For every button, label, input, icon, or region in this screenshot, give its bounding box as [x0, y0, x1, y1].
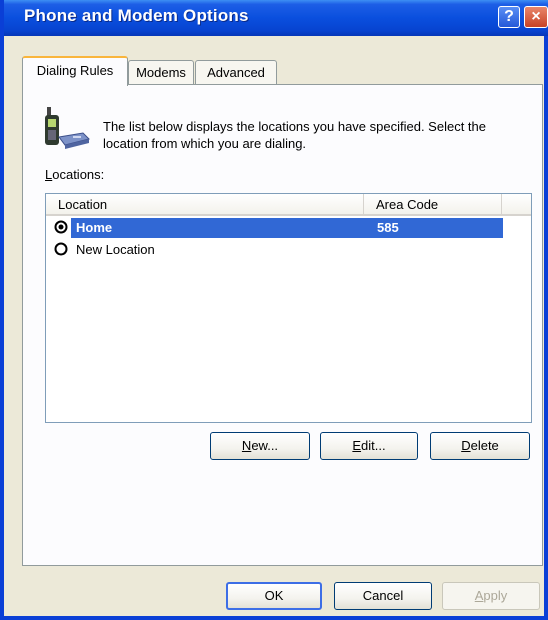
list-item[interactable]: New Location [46, 239, 531, 259]
title-bar[interactable]: Phone and Modem Options ? × [4, 0, 548, 36]
close-icon: × [531, 8, 541, 25]
tab-panel: The list below displays the locations yo… [22, 84, 543, 566]
cancel-button[interactable]: Cancel [334, 582, 432, 610]
button-label: dit... [361, 438, 386, 453]
button-mnemonic: N [241, 438, 252, 453]
edit-button[interactable]: Edit... [320, 432, 418, 460]
tab-label: Modems [136, 65, 186, 80]
delete-button[interactable]: Delete [430, 432, 530, 460]
tab-dialing-rules[interactable]: Dialing Rules [22, 56, 128, 86]
column-header-area-code[interactable]: Area Code [364, 194, 502, 216]
radio-unchecked-icon[interactable] [54, 242, 68, 256]
button-mnemonic: E [352, 438, 362, 453]
tab-label: Advanced [207, 65, 265, 80]
ok-button[interactable]: OK [226, 582, 322, 610]
button-label: ew... [251, 438, 279, 453]
tab-advanced[interactable]: Advanced [195, 60, 277, 84]
list-item[interactable]: Home 585 [46, 217, 531, 238]
selection-highlight [71, 218, 503, 238]
locations-label: Locations: [45, 167, 104, 182]
tab-modems[interactable]: Modems [128, 60, 194, 84]
dialog-window: Phone and Modem Options ? × Dialing Rule… [0, 0, 548, 620]
tab-label: Dialing Rules [36, 63, 114, 78]
radio-checked-icon[interactable] [54, 220, 68, 234]
button-mnemonic: D [461, 438, 471, 453]
column-header-label: Location [58, 197, 108, 212]
new-button[interactable]: New... [210, 432, 310, 460]
button-label: OK [264, 588, 284, 603]
help-icon: ? [504, 8, 514, 25]
location-name: Home [76, 220, 113, 235]
phone-modem-icon [45, 107, 90, 149]
button-label: elete [470, 438, 499, 453]
list-header: Location Area Code [46, 194, 531, 216]
location-name: New Location [76, 242, 155, 257]
window-title: Phone and Modem Options [24, 6, 249, 25]
locations-list[interactable]: Location Area Code Home 585 New Location [45, 193, 532, 423]
column-header-filler [502, 194, 531, 216]
button-label: Cancel [362, 588, 404, 603]
locations-label-text: ocations: [52, 167, 105, 182]
help-button[interactable]: ? [498, 6, 520, 28]
column-header-label: Area Code [376, 197, 439, 212]
close-button[interactable]: × [524, 6, 548, 28]
button-label: pply [483, 588, 508, 603]
apply-button[interactable]: Apply [442, 582, 540, 610]
description-text: The list below displays the locations yo… [103, 119, 486, 151]
column-header-location[interactable]: Location [46, 194, 364, 216]
area-code: 585 [377, 220, 399, 235]
